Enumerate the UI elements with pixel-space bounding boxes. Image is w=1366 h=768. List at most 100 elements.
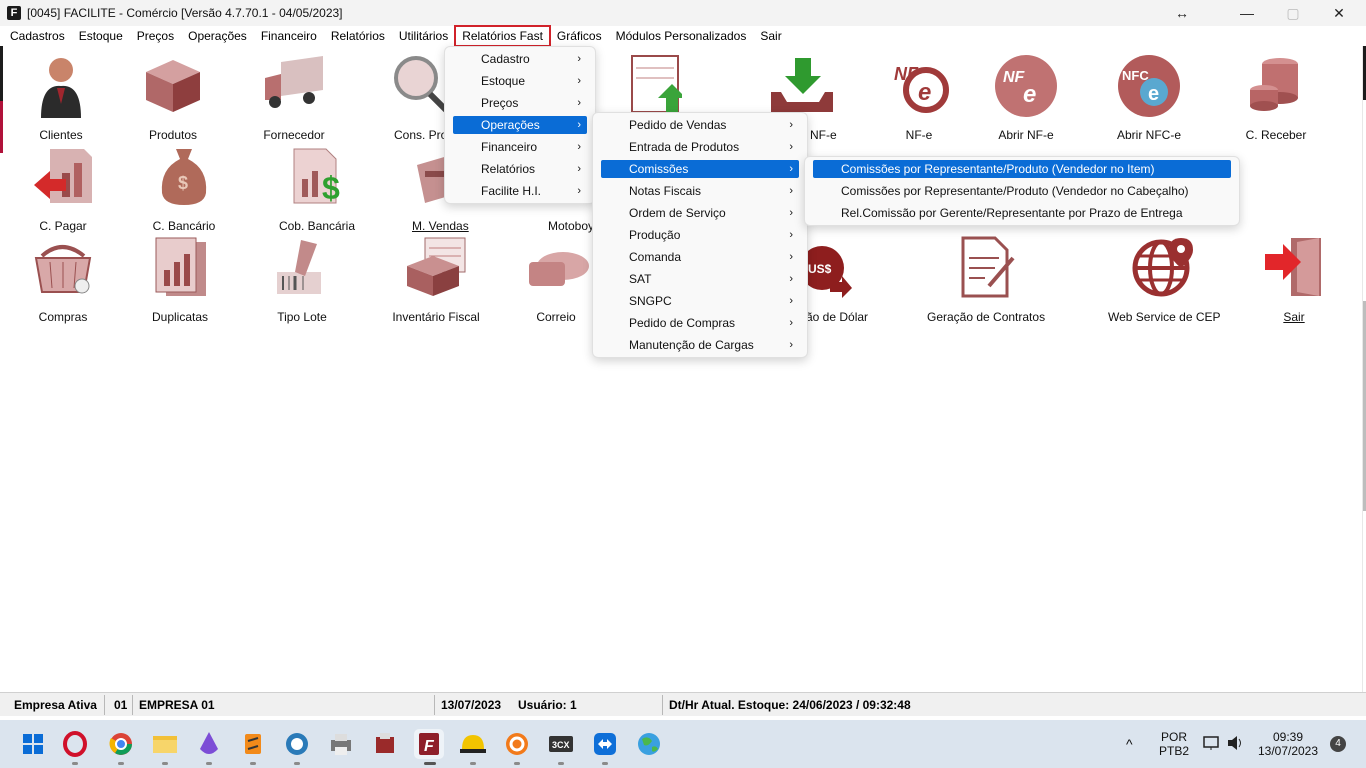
menu-item-comanda[interactable]: Comanda › — [601, 248, 799, 266]
menu-item-comissoes-vendedor-item[interactable]: Comissões por Representante/Produto (Ven… — [813, 160, 1231, 178]
speaker-icon[interactable] — [1226, 734, 1244, 755]
menu-item-facilite-hi[interactable]: Facilite H.I. › — [453, 182, 587, 200]
menu-item-operacoes[interactable]: Operações › — [453, 116, 587, 134]
menu-item-relatorios[interactable]: Relatórios › — [453, 160, 587, 178]
shortcut-abrir-nfe[interactable]: NF e Abrir NF-e — [971, 54, 1081, 142]
exit-door-icon — [1265, 238, 1321, 296]
dollar-doc-icon: $ — [293, 148, 340, 206]
printer-icon[interactable] — [326, 729, 356, 759]
shortcut-duplicatas[interactable]: Duplicatas — [125, 236, 235, 324]
shortcut-label: Abrir NFC-e — [1116, 128, 1181, 142]
close-button[interactable]: ✕ — [1316, 0, 1362, 26]
svg-text:e: e — [1023, 81, 1036, 108]
menu-financeiro[interactable]: Financeiro — [254, 26, 324, 46]
menu-item-notas-fiscais[interactable]: Notas Fiscais › — [601, 182, 799, 200]
status-empresa-name: EMPRESA 01 — [139, 698, 215, 712]
shortcut-nfe[interactable]: NF e NF-e — [864, 54, 974, 142]
menu-relatorios-fast[interactable]: Relatórios Fast — [454, 25, 551, 47]
shortcut-c-bancario[interactable]: $ C. Bancário — [129, 145, 239, 233]
menu-item-sat[interactable]: SAT › — [601, 270, 799, 288]
app-red-icon[interactable] — [370, 729, 400, 759]
scrollbar[interactable] — [1362, 46, 1366, 716]
shortcut-tipo-lote[interactable]: Tipo Lote — [247, 236, 357, 324]
menu-relatorios-fast-dropdown: Cadastro › Estoque › Preços › Operações › Fi… — [444, 46, 596, 204]
resize-icon[interactable]: ↔ — [1160, 0, 1204, 26]
sublime-icon[interactable] — [238, 729, 268, 759]
menu-utilitarios[interactable]: Utilitários — [392, 26, 455, 46]
shortcut-cob-bancaria[interactable]: $ Cob. Bancária — [262, 145, 372, 233]
menu-precos[interactable]: Preços — [130, 26, 181, 46]
barcode-scanner-icon — [277, 240, 321, 294]
download-tray-icon — [771, 58, 833, 112]
svg-text:NFC: NFC — [1122, 68, 1149, 83]
opera-icon[interactable] — [60, 729, 90, 759]
menu-operacoes-submenu: Pedido de Vendas › Entrada de Produtos › C… — [592, 112, 808, 358]
chevron-right-icon: › — [789, 207, 793, 219]
menu-item-pedido-de-compras[interactable]: Pedido de Compras › — [601, 314, 799, 332]
menu-item-comissoes-vendedor-cabecalho[interactable]: Comissões por Representante/Produto (Ven… — [813, 182, 1231, 200]
menu-relatorios[interactable]: Relatórios — [324, 26, 392, 46]
chevron-up-icon[interactable]: ^ — [1126, 736, 1133, 752]
shortcut-abrir-nfce[interactable]: NFC e Abrir NFC-e — [1094, 54, 1204, 142]
shortcut-web-service-cep[interactable]: Web Service de CEP — [1108, 236, 1221, 324]
shortcut-c-pagar[interactable]: C. Pagar — [8, 145, 118, 233]
svg-text:$: $ — [178, 173, 188, 193]
menu-item-precos[interactable]: Preços › — [453, 94, 587, 112]
menu-item-estoque[interactable]: Estoque › — [453, 72, 587, 90]
shortcut-geracao-contratos[interactable]: Geração de Contratos — [927, 236, 1045, 324]
shortcut-clientes[interactable]: Clientes — [6, 54, 116, 142]
chrome-icon[interactable] — [106, 729, 136, 759]
sync-icon[interactable] — [502, 729, 532, 759]
shortcut-produtos[interactable]: Produtos — [118, 54, 228, 142]
menu-modulos-personalizados[interactable]: Módulos Personalizados — [609, 26, 754, 46]
helmet-icon[interactable] — [458, 729, 488, 759]
minimize-button[interactable]: — — [1224, 0, 1270, 26]
menu-item-producao[interactable]: Produção › — [601, 226, 799, 244]
maximize-button[interactable]: ▢ — [1270, 0, 1316, 26]
teamviewer-icon[interactable] — [590, 729, 620, 759]
shortcut-inventario-fiscal[interactable]: Inventário Fiscal — [381, 236, 491, 324]
shortcut-correio[interactable]: Correio — [521, 236, 591, 324]
shortcut-cons-prod[interactable]: Cons. Prod — [368, 54, 454, 142]
menu-item-financeiro[interactable]: Financeiro › — [453, 138, 587, 156]
menu-bar: Cadastros Estoque Preços Operações Finan… — [0, 25, 1366, 47]
menu-item-manutencao-de-cargas[interactable]: Manutenção de Cargas › — [601, 336, 799, 354]
status-bar: Empresa Ativa 01 EMPRESA 01 13/07/2023 U… — [0, 692, 1366, 716]
status-date: 13/07/2023 — [441, 698, 502, 712]
window-title: [0045] FACILITE - Comércio [Versão 4.7.7… — [27, 6, 343, 20]
facilite-icon[interactable]: F — [414, 729, 444, 759]
chevron-right-icon: › — [577, 141, 581, 153]
menu-item-cadastro[interactable]: Cadastro › — [453, 50, 587, 68]
menu-cadastros[interactable]: Cadastros — [0, 26, 72, 46]
globe-app-icon[interactable] — [634, 729, 664, 759]
menu-estoque[interactable]: Estoque — [72, 26, 130, 46]
clock[interactable]: 09:39 13/07/2023 — [1254, 730, 1322, 758]
menu-item-ordem-de-servico[interactable]: Ordem de Serviço › — [601, 204, 799, 222]
shortcut-compras[interactable]: Compras — [8, 236, 118, 324]
menu-graficos[interactable]: Gráficos — [550, 26, 609, 46]
shortcut-sair[interactable]: Sair — [1239, 236, 1349, 324]
language-indicator[interactable]: POR PTB2 — [1154, 730, 1194, 758]
menu-item-sngpc[interactable]: SNGPC › — [601, 292, 799, 310]
inventory-icon — [407, 237, 466, 296]
file-explorer-icon[interactable] — [150, 729, 180, 759]
3cx-icon[interactable]: 3CX — [546, 729, 576, 759]
svg-text:e: e — [1148, 83, 1159, 105]
menu-operacoes[interactable]: Operações — [181, 26, 254, 46]
menu-item-comissao-gerente-prazo[interactable]: Rel.Comissão por Gerente/Representante p… — [813, 204, 1231, 222]
app-purple-icon[interactable] — [194, 729, 224, 759]
browser-icon[interactable] — [282, 729, 312, 759]
menu-item-entrada-de-produtos[interactable]: Entrada de Produtos › — [601, 138, 799, 156]
shortcut-c-receber[interactable]: C. Receber — [1221, 54, 1331, 142]
chevron-right-icon: › — [789, 295, 793, 307]
shortcut-cotacao-dolar[interactable]: US$ ão de Dólar — [796, 236, 876, 324]
shortcut-label: Tipo Lote — [277, 310, 327, 324]
windows-start-icon[interactable] — [18, 729, 48, 759]
menu-item-pedido-de-vendas[interactable]: Pedido de Vendas › — [601, 116, 799, 134]
svg-text:F: F — [424, 738, 435, 755]
notification-badge[interactable]: 4 — [1330, 736, 1346, 752]
menu-item-comissoes[interactable]: Comissões › — [601, 160, 799, 178]
menu-sair[interactable]: Sair — [753, 26, 788, 46]
network-icon[interactable] — [1202, 734, 1220, 755]
shortcut-fornecedor[interactable]: Fornecedor — [239, 54, 349, 142]
